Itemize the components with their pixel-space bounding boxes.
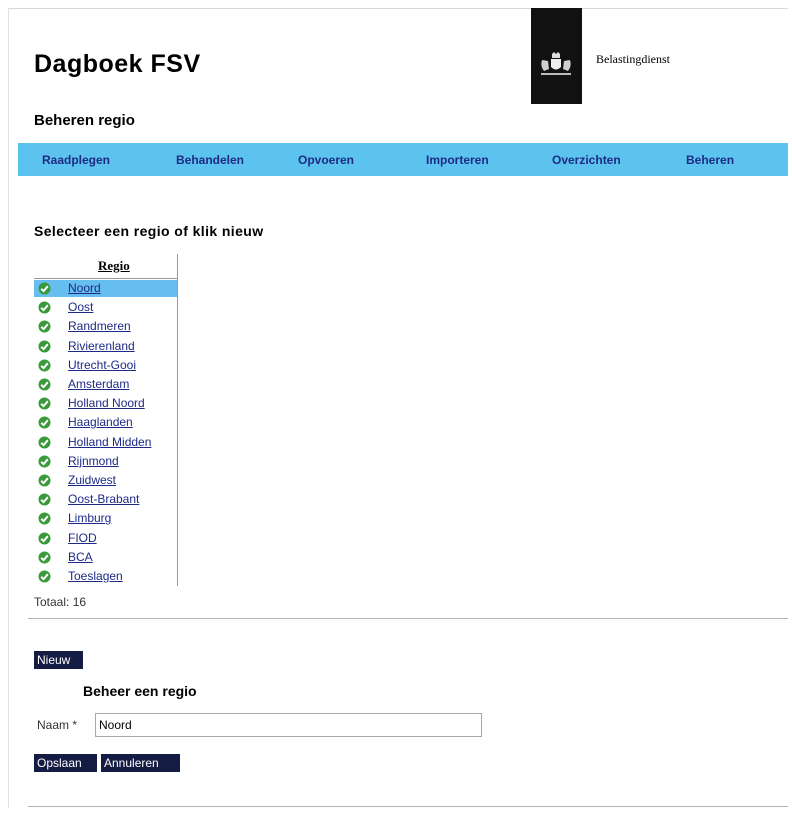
check-icon: [38, 436, 51, 449]
frame-left-border: [8, 8, 9, 808]
region-label[interactable]: Zuidwest: [68, 473, 116, 487]
total-count: Totaal: 16: [34, 595, 87, 609]
nav-item-raadplegen[interactable]: Raadplegen: [42, 153, 110, 167]
region-row[interactable]: Holland Midden: [34, 434, 177, 451]
save-button[interactable]: Opslaan: [34, 754, 97, 772]
region-label[interactable]: Rijnmond: [68, 454, 119, 468]
check-icon: [38, 512, 51, 525]
org-name: Belastingdienst: [596, 52, 670, 66]
name-input[interactable]: [95, 713, 482, 737]
region-label[interactable]: FIOD: [68, 531, 97, 545]
check-icon: [38, 301, 51, 314]
logo: [531, 8, 582, 104]
region-list: Regio Noord Oost Randmeren Rivierenland Utre…: [34, 254, 178, 586]
region-row[interactable]: Haaglanden: [34, 414, 177, 431]
region-row[interactable]: Holland Noord: [34, 395, 177, 412]
region-label[interactable]: Haaglanden: [68, 415, 133, 429]
region-row[interactable]: Oost-Brabant: [34, 491, 177, 508]
region-row[interactable]: Zuidwest: [34, 472, 177, 489]
divider: [28, 618, 788, 619]
check-icon: [38, 320, 51, 333]
region-row[interactable]: BCA: [34, 549, 177, 566]
region-label[interactable]: Oost: [68, 300, 93, 314]
region-row[interactable]: FIOD: [34, 530, 177, 547]
select-region-heading: Selecteer een regio of klik nieuw: [34, 223, 264, 239]
region-row[interactable]: Amsterdam: [34, 376, 177, 393]
check-icon: [38, 340, 51, 353]
region-row[interactable]: Toeslagen: [34, 568, 177, 585]
check-icon: [38, 570, 51, 583]
region-row[interactable]: Rivierenland: [34, 338, 177, 355]
nav-item-opvoeren[interactable]: Opvoeren: [298, 153, 354, 167]
nav-item-behandelen[interactable]: Behandelen: [176, 153, 244, 167]
new-button[interactable]: Nieuw: [34, 651, 83, 669]
region-row[interactable]: Utrecht-Gooi: [34, 357, 177, 374]
nav-item-beheren[interactable]: Beheren: [686, 153, 734, 167]
region-label[interactable]: BCA: [68, 550, 93, 564]
region-row[interactable]: Limburg: [34, 510, 177, 527]
region-label[interactable]: Limburg: [68, 511, 111, 525]
region-row[interactable]: Noord: [34, 280, 177, 297]
region-row[interactable]: Randmeren: [34, 318, 177, 335]
region-label[interactable]: Holland Noord: [68, 396, 145, 410]
region-row[interactable]: Rijnmond: [34, 453, 177, 470]
nav-item-overzichten[interactable]: Overzichten: [552, 153, 621, 167]
check-icon: [38, 282, 51, 295]
name-label: Naam *: [37, 718, 78, 732]
frame-top-border: [8, 8, 788, 9]
coat-of-arms-icon: [541, 52, 571, 75]
region-row[interactable]: Oost: [34, 299, 177, 316]
region-label[interactable]: Rivierenland: [68, 339, 135, 353]
region-label[interactable]: Oost-Brabant: [68, 492, 139, 506]
form-heading: Beheer een regio: [83, 683, 197, 699]
check-icon: [38, 416, 51, 429]
region-label[interactable]: Holland Midden: [68, 435, 151, 449]
region-label[interactable]: Amsterdam: [68, 377, 129, 391]
check-icon: [38, 493, 51, 506]
check-icon: [38, 397, 51, 410]
check-icon: [38, 551, 51, 564]
page-subtitle: Beheren regio: [34, 112, 135, 129]
region-label[interactable]: Noord: [68, 281, 101, 295]
check-icon: [38, 378, 51, 391]
check-icon: [38, 455, 51, 468]
region-label[interactable]: Randmeren: [68, 319, 131, 333]
check-icon: [38, 359, 51, 372]
check-icon: [38, 474, 51, 487]
cancel-button[interactable]: Annuleren: [101, 754, 180, 772]
app-title: Dagboek FSV: [34, 50, 201, 78]
divider-bottom: [28, 806, 788, 807]
nav-bar: Raadplegen Behandelen Opvoeren Importere…: [18, 143, 788, 176]
check-icon: [38, 532, 51, 545]
header-divider: [34, 278, 177, 279]
region-label[interactable]: Toeslagen: [68, 569, 123, 583]
nav-item-importeren[interactable]: Importeren: [426, 153, 489, 167]
region-label[interactable]: Utrecht-Gooi: [68, 358, 136, 372]
region-column-header[interactable]: Regio: [98, 258, 130, 274]
